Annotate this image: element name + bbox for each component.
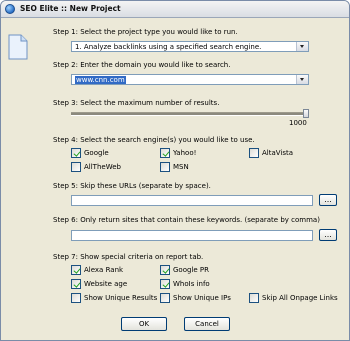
alexa-rank-label: Alexa Rank [84, 266, 124, 274]
unique-results-checkbox[interactable] [71, 293, 81, 303]
unique-results-label: Show Unique Results [84, 294, 158, 302]
title-bar[interactable]: SEO Elite :: New Project [1, 1, 349, 18]
alexa-rank-checkbox[interactable] [71, 265, 81, 275]
app-icon [5, 4, 15, 14]
step4-label: Step 4: Select the search engine(s) you … [53, 136, 255, 144]
google-label: Google [84, 149, 109, 157]
step3-label: Step 3: Select the maximum number of res… [53, 99, 220, 107]
slider-fill [71, 113, 306, 115]
altavista-checkbox[interactable] [249, 148, 259, 158]
max-results-slider-track[interactable] [71, 112, 309, 116]
whois-info-label: WhoIs info [173, 280, 210, 288]
ok-button[interactable]: OK [121, 317, 167, 331]
document-icon [8, 34, 28, 60]
unique-ips-label: Show Unique IPs [173, 294, 231, 302]
step7-label: Step 7: Show special criteria on report … [53, 253, 204, 261]
step5-label: Step 5: Skip these URLs (separate by spa… [53, 182, 211, 190]
keywords-input[interactable] [71, 230, 313, 241]
website-age-checkbox[interactable] [71, 279, 81, 289]
domain-combobox[interactable]: www.cnn.com [71, 74, 309, 85]
max-results-value: 1000 [289, 119, 307, 127]
step2-label: Step 2: Enter the domain you would like … [53, 61, 231, 69]
google-pr-label: Google PR [173, 266, 209, 274]
window-title: SEO Elite :: New Project [20, 4, 121, 13]
website-age-label: Website age [84, 280, 128, 288]
whois-info-checkbox[interactable] [160, 279, 170, 289]
step1-label: Step 1: Select the project type you woul… [53, 28, 238, 36]
max-results-slider-thumb[interactable] [303, 109, 309, 118]
keywords-browse-button[interactable]: ... [319, 229, 337, 241]
alltheweb-checkbox[interactable] [71, 162, 81, 172]
skip-urls-input[interactable] [71, 195, 313, 206]
step6-label: Step 6: Only return sites that contain t… [53, 216, 320, 224]
msn-label: MSN [173, 163, 189, 171]
skip-onpage-links-label: Skip All Onpage Links [262, 294, 338, 302]
yahoo-checkbox[interactable] [160, 148, 170, 158]
new-project-dialog: SEO Elite :: New Project Step 1: Select … [0, 0, 350, 341]
domain-value: www.cnn.com [75, 76, 126, 84]
project-type-value: 1. Analyze backlinks using a specified s… [75, 43, 262, 51]
chevron-down-icon[interactable] [296, 42, 308, 51]
chevron-down-icon[interactable] [296, 75, 308, 84]
skip-onpage-links-checkbox[interactable] [249, 293, 259, 303]
yahoo-label: Yahoo! [173, 149, 197, 157]
unique-ips-checkbox[interactable] [160, 293, 170, 303]
skip-urls-browse-button[interactable]: ... [319, 194, 337, 206]
msn-checkbox[interactable] [160, 162, 170, 172]
project-type-select[interactable]: 1. Analyze backlinks using a specified s… [71, 41, 309, 52]
alltheweb-label: AllTheWeb [84, 163, 121, 171]
google-pr-checkbox[interactable] [160, 265, 170, 275]
cancel-button[interactable]: Cancel [184, 317, 230, 331]
altavista-label: AltaVista [262, 149, 294, 157]
google-checkbox[interactable] [71, 148, 81, 158]
